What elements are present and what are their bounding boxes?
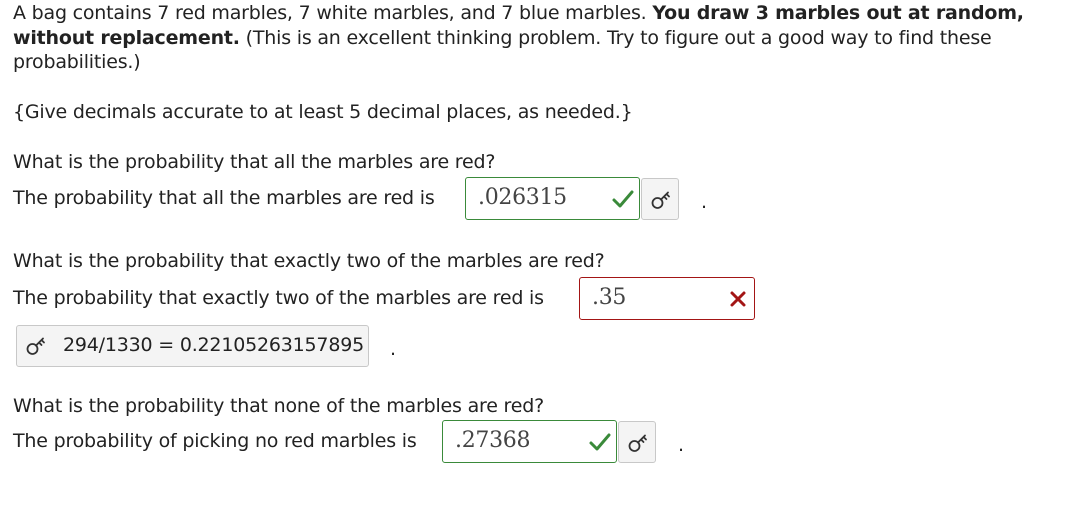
sentence-period: . [678, 434, 685, 456]
question-2: What is the probability that exactly two… [13, 250, 605, 272]
check-icon [612, 190, 634, 208]
show-answer-button-3[interactable] [618, 421, 656, 463]
key-icon [628, 434, 647, 452]
question-1-prompt: The probability that all the marbles are… [13, 187, 435, 209]
correct-answer-reveal: 294/1330 = 0.22105263157895 [16, 325, 369, 367]
answer-field-1[interactable]: .026315 [465, 177, 640, 220]
key-icon [651, 191, 670, 209]
sentence-period: . [390, 338, 397, 360]
show-answer-button-1[interactable] [641, 178, 679, 220]
question-2-prompt: The probability that exactly two of the … [13, 287, 544, 309]
question-3: What is the probability that none of the… [13, 395, 544, 417]
check-icon [589, 433, 611, 451]
answer-value-3: .27368 [455, 428, 531, 453]
answer-value-2: .35 [592, 285, 627, 310]
key-icon [26, 337, 45, 355]
answer-field-3[interactable]: .27368 [442, 420, 617, 463]
answer-value-1: .026315 [478, 185, 567, 210]
sentence-period: . [701, 191, 708, 213]
instructions: {Give decimals accurate to at least 5 de… [13, 101, 633, 123]
x-icon [730, 291, 746, 307]
problem-statement: A bag contains 7 red marbles, 7 white ma… [13, 1, 1073, 75]
problem-intro: A bag contains 7 red marbles, 7 white ma… [13, 2, 647, 24]
answer-field-2[interactable]: .35 [579, 277, 755, 320]
question-3-prompt: The probability of picking no red marble… [13, 430, 417, 452]
question-1: What is the probability that all the mar… [13, 151, 496, 173]
correct-answer-text: 294/1330 = 0.22105263157895 [63, 334, 364, 356]
